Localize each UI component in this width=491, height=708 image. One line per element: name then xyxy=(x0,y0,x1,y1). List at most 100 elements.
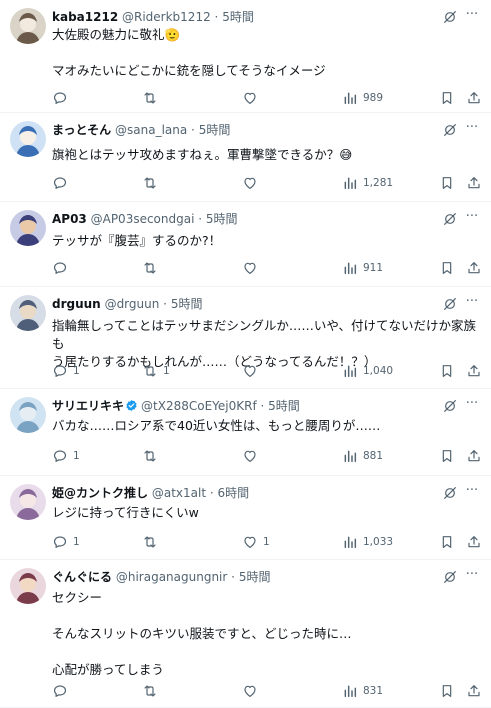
retweet-button[interactable] xyxy=(142,447,163,465)
share-button[interactable] xyxy=(466,682,482,700)
tweet-text-line: セクシー xyxy=(52,590,103,605)
reply-button[interactable]: 1 xyxy=(52,362,80,380)
display-name[interactable]: まっとそん xyxy=(52,123,111,137)
grok-button[interactable] xyxy=(442,211,458,227)
like-button[interactable] xyxy=(242,362,263,380)
more-options-icon[interactable]: ··· xyxy=(463,566,481,584)
share-button[interactable] xyxy=(466,89,482,107)
timestamp[interactable]: 5時間 xyxy=(171,297,203,311)
timestamp[interactable]: 5時間 xyxy=(206,212,238,226)
display-name[interactable]: drguun xyxy=(52,297,101,311)
user-handle[interactable]: @Riderkb1212 xyxy=(122,10,211,24)
avatar[interactable] xyxy=(10,568,46,604)
views-button[interactable]: 1,281 xyxy=(342,174,393,192)
share-button[interactable] xyxy=(466,447,482,465)
timestamp[interactable]: 6時間 xyxy=(218,486,250,500)
tweet[interactable]: drguun @drguun · 5時間 ··· 指輪無しってことはテッサまだシング… xyxy=(0,287,491,389)
views-button[interactable]: 1,040 xyxy=(342,362,393,380)
tweet[interactable]: ぐんぐにる @hiraganagungnir · 5時間 ··· セクシー そんなスリ… xyxy=(0,560,491,708)
heart-icon xyxy=(242,363,258,379)
avatar[interactable] xyxy=(10,484,46,520)
tweet[interactable]: 姫@カントク推し @atx1alt · 6時間 ··· レジに持って行きにくいw 1 1… xyxy=(0,476,491,560)
like-button[interactable] xyxy=(242,259,263,277)
timestamp[interactable]: 5時間 xyxy=(199,123,231,137)
views-button[interactable]: 989 xyxy=(342,89,383,107)
views-button[interactable]: 831 xyxy=(342,682,383,700)
timestamp[interactable]: 5時間 xyxy=(268,399,300,413)
display-name[interactable]: kaba1212 xyxy=(52,10,118,24)
display-name[interactable]: サリエリキキ xyxy=(52,399,124,413)
separator: · xyxy=(214,10,219,24)
user-handle[interactable]: @hiraganagungnir xyxy=(116,570,227,584)
views-button[interactable]: 911 xyxy=(342,259,383,277)
reply-count: 1 xyxy=(73,365,80,377)
like-button[interactable] xyxy=(242,174,263,192)
bookmark-button[interactable] xyxy=(439,682,455,700)
display-name[interactable]: 姫@カントク推し xyxy=(52,486,148,500)
more-options-icon[interactable]: ··· xyxy=(463,6,481,24)
timestamp[interactable]: 5時間 xyxy=(222,10,254,24)
user-handle[interactable]: @drguun xyxy=(105,297,160,311)
grok-button[interactable] xyxy=(442,398,458,414)
like-button[interactable] xyxy=(242,682,263,700)
retweet-button[interactable] xyxy=(142,89,163,107)
avatar[interactable] xyxy=(10,397,46,433)
reply-button[interactable]: 1 xyxy=(52,533,80,551)
avatar[interactable] xyxy=(10,8,46,44)
display-name[interactable]: ぐんぐにる xyxy=(52,570,112,584)
share-button[interactable] xyxy=(466,362,482,380)
reply-button[interactable] xyxy=(52,174,73,192)
reply-button[interactable] xyxy=(52,259,73,277)
share-button[interactable] xyxy=(466,174,482,192)
reply-button[interactable]: 1 xyxy=(52,447,80,465)
reply-button[interactable] xyxy=(52,682,73,700)
display-name[interactable]: AP03 xyxy=(52,212,87,226)
views-button[interactable]: 881 xyxy=(342,447,383,465)
grok-button[interactable] xyxy=(442,296,458,312)
grok-button[interactable] xyxy=(442,122,458,138)
tweet[interactable]: まっとそん @sana_lana · 5時間 ··· 旗袍とはテッサ攻めますねぇ。軍… xyxy=(0,113,491,202)
share-button[interactable] xyxy=(466,533,482,551)
grok-button[interactable] xyxy=(442,569,458,585)
reply-icon xyxy=(52,448,68,464)
bookmark-button[interactable] xyxy=(439,362,455,380)
user-handle[interactable]: @AP03secondgai xyxy=(91,212,195,226)
retweet-icon xyxy=(142,363,158,379)
avatar[interactable] xyxy=(10,210,46,246)
bookmark-button[interactable] xyxy=(439,174,455,192)
views-button[interactable]: 1,033 xyxy=(342,533,393,551)
retweet-button[interactable] xyxy=(142,682,163,700)
timestamp[interactable]: 5時間 xyxy=(239,570,271,584)
bookmark-button[interactable] xyxy=(439,533,455,551)
like-button[interactable] xyxy=(242,447,263,465)
reply-button[interactable] xyxy=(52,89,73,107)
share-button[interactable] xyxy=(466,259,482,277)
like-button[interactable] xyxy=(242,89,263,107)
tweet-text-line xyxy=(52,44,477,62)
retweet-button[interactable] xyxy=(142,259,163,277)
tweet[interactable]: サリエリキキ @tX288CoEYej0KRf · 5時間 ··· バカな……ロシア系… xyxy=(0,389,491,476)
tweet[interactable]: kaba1212 @Riderkb1212 · 5時間 ··· 大佐殿の魅力に敬礼🫡… xyxy=(0,0,491,113)
like-button[interactable]: 1 xyxy=(242,533,270,551)
retweet-button[interactable]: 1 xyxy=(142,362,170,380)
user-handle[interactable]: @sana_lana xyxy=(115,123,187,137)
more-options-icon[interactable]: ··· xyxy=(463,119,481,137)
grok-button[interactable] xyxy=(442,485,458,501)
retweet-button[interactable] xyxy=(142,174,163,192)
bookmark-button[interactable] xyxy=(439,89,455,107)
more-options-icon[interactable]: ··· xyxy=(463,395,481,413)
tweet[interactable]: AP03 @AP03secondgai · 5時間 ··· テッサが『腹芸』するのか… xyxy=(0,202,491,287)
bookmark-button[interactable] xyxy=(439,447,455,465)
user-handle[interactable]: @atx1alt xyxy=(152,486,206,500)
retweet-button[interactable] xyxy=(142,533,163,551)
avatar[interactable] xyxy=(10,121,46,157)
more-options-icon[interactable]: ··· xyxy=(463,482,481,500)
grok-button[interactable] xyxy=(442,9,458,25)
more-options-icon[interactable]: ··· xyxy=(463,208,481,226)
user-handle[interactable]: @tX288CoEYej0KRf xyxy=(141,399,257,413)
view-count: 1,040 xyxy=(363,365,394,377)
views-chart-icon xyxy=(342,448,358,464)
bookmark-button[interactable] xyxy=(439,259,455,277)
avatar[interactable] xyxy=(10,295,46,331)
more-options-icon[interactable]: ··· xyxy=(463,293,481,311)
